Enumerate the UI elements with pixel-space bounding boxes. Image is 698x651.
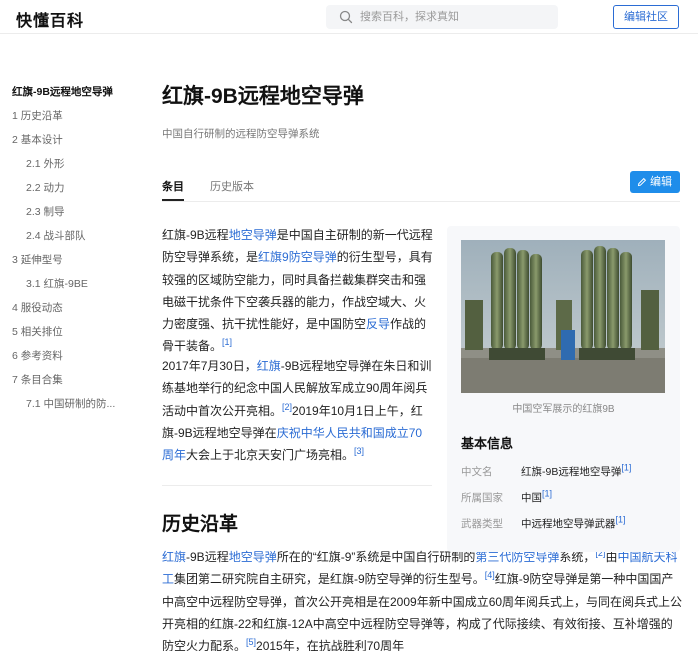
infobox-value: 中国[1] [521, 489, 552, 505]
missile-photo[interactable] [461, 240, 665, 393]
infobox-value-text: 中国 [521, 492, 542, 504]
paragraph-text: 大会上于北京天安门广场亮相。 [186, 448, 355, 463]
section-title-history: 历史沿革 [162, 514, 239, 535]
paragraph-text: 2015年，在抗战胜利70周年 [256, 639, 405, 651]
infobox: 中国空军展示的红旗9B 基本信息 中文名 红旗-9B远程地空导弹[1] 所属国家 中国… [447, 226, 680, 552]
toc-item[interactable]: 6 参考资料 [0, 344, 130, 368]
infobox-row: 所属国家 中国[1] [461, 489, 671, 506]
infobox-key: 中文名 [461, 466, 493, 478]
photo-caption: 中国空军展示的红旗9B [512, 404, 615, 415]
tab-history-versions[interactable]: 历史版本 [210, 178, 254, 201]
toc-item[interactable]: 2.4 战斗部队 [0, 224, 130, 248]
history-paragraph: 红旗-9B远程地空导弹所在的“红旗-9”系统是中国自行研制的第三代防空导弹系统，… [162, 546, 684, 651]
toc-item[interactable]: 2.2 动力 [0, 176, 130, 200]
toc-item[interactable]: 4 服役动态 [0, 296, 130, 320]
toc-item[interactable]: 2.1 外形 [0, 152, 130, 176]
infobox-title: 基本信息 [461, 436, 514, 451]
page-subtitle: 中国自行研制的远程防空导弹系统 [162, 128, 320, 140]
edit-community-button[interactable]: 编辑社区 [613, 5, 679, 29]
citation-ref[interactable]: [3] [354, 446, 364, 456]
paragraph-text: -9B远程 [186, 550, 229, 564]
infobox-value: 中远程地空导弹武器[1] [521, 515, 626, 531]
toc-item[interactable]: 1 历史沿革 [0, 104, 130, 128]
toc-item[interactable]: 2 基本设计 [0, 128, 130, 152]
citation-ref[interactable]: [4] [485, 570, 495, 580]
citation-ref[interactable]: [2] [282, 402, 292, 412]
toc-item[interactable]: 3 延伸型号 [0, 248, 130, 272]
citation-ref[interactable]: [1] [542, 489, 552, 499]
article-link[interactable]: 红旗9防空导弹 [258, 250, 337, 264]
missile-launcher-image [461, 240, 665, 393]
edit-button[interactable]: 编辑 [630, 171, 680, 193]
toc-item[interactable]: 7.1 中国研制的防... [0, 392, 130, 416]
citation-ref[interactable]: [5] [246, 637, 256, 647]
article-link[interactable]: 红旗 [162, 550, 186, 564]
infobox-value-text: 中远程地空导弹武器 [521, 518, 616, 530]
infobox-value-text: 红旗-9B远程地空导弹 [521, 466, 622, 478]
paragraph-text: 系统， [559, 550, 596, 564]
toc-item[interactable]: 5 相关排位 [0, 320, 130, 344]
section-divider [162, 485, 432, 486]
pencil-icon [637, 177, 647, 187]
infobox-row: 武器类型 中远程地空导弹武器[1] [461, 515, 671, 532]
search-input[interactable] [360, 5, 550, 29]
paragraph-text: 集团第二研究院自主研究，是红旗-9防空导弹的衍生型号。 [174, 572, 485, 587]
paragraph-text: 红旗-9B远程 [162, 228, 229, 242]
toc-item[interactable]: 2.3 制导 [0, 200, 130, 224]
search-box[interactable] [326, 5, 558, 29]
toc-item[interactable]: 7 条目合集 [0, 368, 130, 392]
infobox-key: 所属国家 [461, 492, 503, 504]
tab-entry[interactable]: 条目 [162, 178, 184, 201]
article-link[interactable]: 红旗 [257, 359, 281, 373]
citation-ref[interactable]: [1] [222, 337, 232, 347]
infobox-key: 武器类型 [461, 518, 503, 530]
intro-paragraph-2: 2017年7月30日，红旗-9B远程地空导弹在朱日和训练基地举行的纪念中国人民解… [162, 355, 434, 466]
article-link[interactable]: 地空导弹 [229, 228, 277, 242]
paragraph-text: 所在的“红旗-9”系统是中国自行研制的 [276, 550, 476, 564]
edit-button-label: 编辑 [650, 176, 672, 188]
table-of-contents: 红旗-9B远程地空导弹 1 历史沿革 2 基本设计 2.1 外形 2.2 动力 2.3 制… [0, 80, 130, 416]
paragraph-text: 2017年7月30日， [162, 359, 257, 373]
citation-ref[interactable]: [1] [616, 515, 626, 525]
search-icon [339, 10, 353, 24]
citation-ref[interactable]: [1] [621, 463, 631, 473]
article-link[interactable]: 反导 [366, 317, 390, 331]
infobox-row: 中文名 红旗-9B远程地空导弹[1] [461, 463, 671, 480]
toc-item[interactable]: 3.1 红旗-9BE [0, 272, 130, 296]
top-header: 快懂百科 编辑社区 [0, 0, 698, 34]
site-logo[interactable]: 快懂百科 [16, 7, 84, 31]
article-link[interactable]: 地空导弹 [229, 550, 277, 564]
infobox-value: 红旗-9B远程地空导弹[1] [521, 463, 631, 479]
page-title: 红旗-9B远程地空导弹 [162, 85, 364, 108]
intro-paragraph-1: 红旗-9B远程地空导弹是中国自主研制的新一代远程防空导弹系统，是红旗9防空导弹的… [162, 224, 434, 358]
toc-item[interactable]: 红旗-9B远程地空导弹 [0, 80, 130, 104]
article-link[interactable]: 第三代防空导弹 [475, 550, 559, 564]
article-tabs: 条目 历史版本 [162, 176, 680, 202]
paragraph-text: 由 [605, 550, 618, 564]
